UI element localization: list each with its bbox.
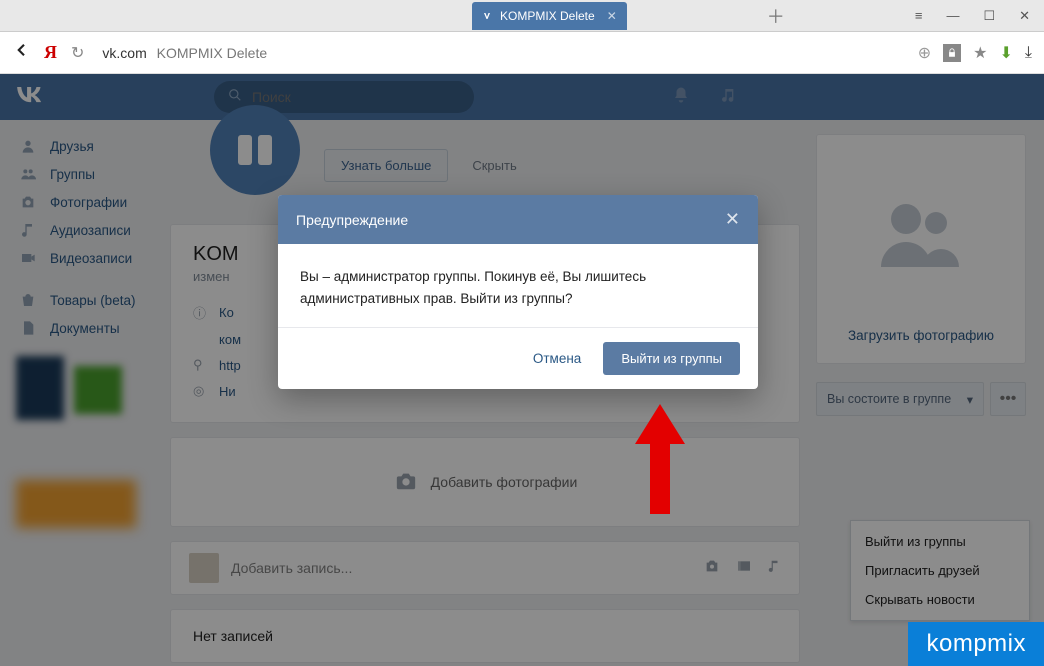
annotation-arrow [630, 404, 690, 519]
address-bar: Я ↻ vk.com KOMPMIX Delete ⊕ ★ ⬇ ⤓ [0, 32, 1044, 74]
browser-tab-strip: KOMPMIX Delete ✕ ＋ ≡ — ☐ ✕ [0, 0, 1044, 32]
modal-body: Вы – администратор группы. Покинув её, В… [278, 244, 758, 327]
bookmark-star-icon[interactable]: ★ [973, 43, 987, 63]
back-button[interactable] [12, 41, 30, 64]
vk-favicon [482, 10, 494, 22]
globe-icon[interactable]: ⊕ [918, 43, 931, 63]
tab-title: KOMPMIX Delete [500, 9, 595, 23]
modal-close-icon[interactable]: ✕ [725, 209, 740, 230]
menu-icon[interactable]: ≡ [915, 8, 923, 24]
maximize-icon[interactable]: ☐ [983, 8, 995, 24]
warning-modal: Предупреждение ✕ Вы – администратор груп… [278, 195, 758, 389]
download-arrow-icon[interactable]: ⬇ [1000, 43, 1013, 63]
close-window-icon[interactable]: ✕ [1019, 8, 1030, 24]
lock-icon[interactable] [943, 44, 961, 62]
minimize-icon[interactable]: — [946, 8, 959, 24]
yandex-logo-icon[interactable]: Я [44, 42, 57, 63]
modal-title: Предупреждение [296, 212, 408, 228]
leave-group-button[interactable]: Выйти из группы [603, 342, 740, 375]
cancel-button[interactable]: Отмена [527, 343, 587, 374]
reload-icon[interactable]: ↻ [71, 43, 84, 63]
new-tab-button[interactable]: ＋ [767, 3, 785, 29]
window-controls: ≡ — ☐ ✕ [915, 8, 1044, 24]
tab-close-icon[interactable]: ✕ [607, 9, 617, 23]
browser-tab-active[interactable]: KOMPMIX Delete ✕ [472, 2, 627, 30]
watermark: kompmix [908, 622, 1044, 666]
url-field[interactable]: vk.com KOMPMIX Delete [98, 45, 903, 61]
downloads-icon[interactable]: ⤓ [1025, 44, 1032, 62]
